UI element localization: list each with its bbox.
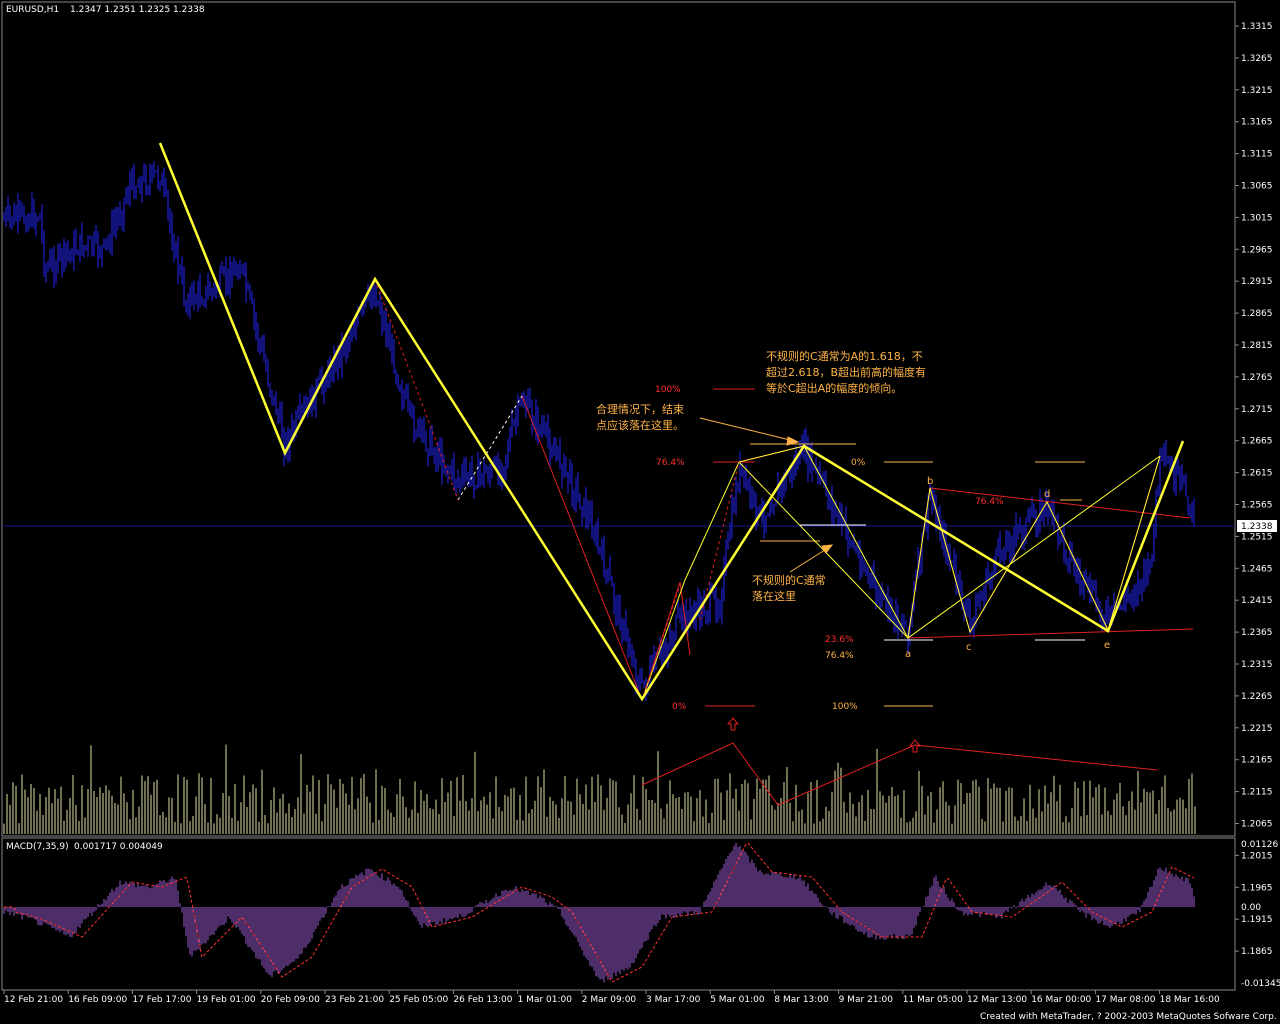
macd-tick-label: -0.01345 (1241, 979, 1280, 989)
macd-tick-label: 0.01126 (1241, 840, 1278, 850)
fib-label-76: 76.4% (656, 458, 685, 468)
time-tick-label: 16 Feb 09:00 (68, 995, 127, 1005)
time-tick-label: 12 Feb 21:00 (4, 995, 63, 1005)
macd-histogram (3, 842, 1195, 983)
price-tick-label: 1.3165 (1241, 118, 1273, 128)
wave-point-a: a (905, 649, 911, 660)
time-tick-label: 17 Mar 08:00 (1095, 995, 1155, 1005)
up-arrow-icon (726, 717, 922, 753)
price-tick-label: 1.3315 (1241, 22, 1273, 32)
annotation-line-1: 不规则的C通常为A的1.618，不 (766, 349, 923, 363)
footer-credit: Created with MetaTrader, ? 2002-2003 Met… (980, 1012, 1277, 1022)
price-axis: 1.3315 1.3265 1.3215 1.3165 1.3115 1.3065 1.30… (1235, 22, 1273, 957)
fib-label-23: 23.6% (825, 635, 854, 645)
price-tick-label: 1.2415 (1241, 596, 1273, 606)
annotation-line-6: 不规则的C通常 (752, 573, 826, 587)
ohlc-values: 1.2347 1.2351 1.2325 1.2338 (70, 5, 205, 15)
chart-canvas: EURUSD,H1 1.2347 1.2351 1.2325 1.2338 MA… (1, 1, 1280, 1022)
volume-red-lines (641, 742, 1158, 806)
time-tick-label: 25 Feb 05:00 (389, 995, 448, 1005)
price-tick-label: 1.2365 (1241, 628, 1273, 638)
time-tick-label: 26 Feb 13:00 (453, 995, 512, 1005)
time-tick-label: 19 Feb 01:00 (197, 995, 256, 1005)
annotation-line-5: 点应该落在这里。 (596, 418, 684, 432)
time-tick-label: 20 Feb 09:00 (261, 995, 320, 1005)
time-tick-label: 3 Mar 17:00 (646, 995, 701, 1005)
time-tick-label: 17 Feb 17:00 (132, 995, 191, 1005)
macd-values: 0.001717 0.004049 (74, 842, 163, 852)
dashed-wave-lines (374, 279, 740, 701)
wave-point-e: e (1104, 640, 1110, 651)
time-tick-label: 5 Mar 01:00 (710, 995, 765, 1005)
volume-bars (3, 744, 1196, 834)
price-tick-label: 1.2215 (1241, 724, 1273, 734)
price-tick-label: 1.2965 (1241, 245, 1273, 255)
thin-wave-lines (641, 445, 1161, 701)
annotation-line-4: 合理情况下，结束 (596, 402, 684, 416)
price-tick-label: 1.2465 (1241, 564, 1273, 574)
price-tick-label: 1.2165 (1241, 756, 1273, 766)
fib-label-100-right: 100% (832, 702, 858, 712)
macd-tick-label: 0.00 (1241, 903, 1261, 913)
fib-label-100: 100% (655, 385, 681, 395)
macd-label: MACD(7,35,9) (6, 842, 69, 852)
time-tick-label: 12 Mar 13:00 (967, 995, 1027, 1005)
time-tick-label: 23 Feb 21:00 (325, 995, 384, 1005)
price-tick-label: 1.2615 (1241, 469, 1273, 479)
fib-label-0: 0% (672, 702, 687, 712)
wave-point-d: d (1044, 489, 1050, 500)
price-tick-label: 1.1915 (1241, 915, 1273, 925)
price-tick-label: 1.3265 (1241, 54, 1273, 64)
price-tick-label: 1.2065 (1241, 820, 1273, 830)
price-tick-label: 1.1865 (1241, 947, 1273, 957)
price-tick-label: 1.3115 (1241, 150, 1273, 160)
wave-point-c: c (966, 642, 972, 653)
price-tick-label: 1.2565 (1241, 501, 1273, 511)
annotation-line-2: 超过2.618，B超出前高的幅度有 (766, 365, 926, 379)
annotation-line-3: 等於C超出A的幅度的倾向。 (766, 381, 902, 395)
time-tick-label: 9 Mar 21:00 (839, 995, 894, 1005)
time-tick-label: 2 Mar 09:00 (582, 995, 637, 1005)
price-tick-label: 1.3015 (1241, 213, 1273, 223)
wave-point-b: b (927, 476, 933, 487)
price-tick-label: 1.2915 (1241, 277, 1273, 287)
price-tick-label: 1.2115 (1241, 788, 1273, 798)
price-tick-label: 1.2815 (1241, 341, 1273, 351)
price-tick-label: 1.2865 (1241, 309, 1273, 319)
time-tick-label: 11 Mar 05:00 (903, 995, 963, 1005)
price-tick-label: 1.3065 (1241, 182, 1273, 192)
time-tick-label: 18 Mar 16:00 (1160, 995, 1220, 1005)
price-tick-label: 1.2665 (1241, 437, 1273, 447)
price-tick-label: 1.2315 (1241, 660, 1273, 670)
fib-label-76-low: 76.4% (825, 651, 854, 661)
annotation-arrows (699, 417, 834, 573)
time-tick-label: 16 Mar 00:00 (1031, 995, 1091, 1005)
fib-label-0-right: 0% (851, 458, 866, 468)
price-tick-label: 1.2715 (1241, 405, 1273, 415)
symbol-label: EURUSD,H1 (6, 5, 59, 15)
price-tick-label: 1.2015 (1241, 851, 1273, 861)
price-tick-label: 1.1965 (1241, 883, 1273, 893)
price-tick-label: 1.2265 (1241, 692, 1273, 702)
time-tick-label: 1 Mar 01:00 (518, 995, 573, 1005)
time-axis: 12 Feb 21:00 16 Feb 09:00 17 Feb 17:00 19 F… (3, 990, 1220, 1005)
fib-label-76-right: 76.4% (975, 497, 1004, 507)
price-tick-label: 1.2515 (1241, 532, 1273, 542)
current-price-label: 1.2338 (1241, 522, 1273, 532)
annotation-line-7: 落在这里 (752, 589, 796, 603)
fib-level-lines (705, 388, 1085, 707)
time-tick-label: 8 Mar 13:00 (774, 995, 829, 1005)
price-tick-label: 1.2765 (1241, 373, 1273, 383)
price-tick-label: 1.3215 (1241, 86, 1273, 96)
